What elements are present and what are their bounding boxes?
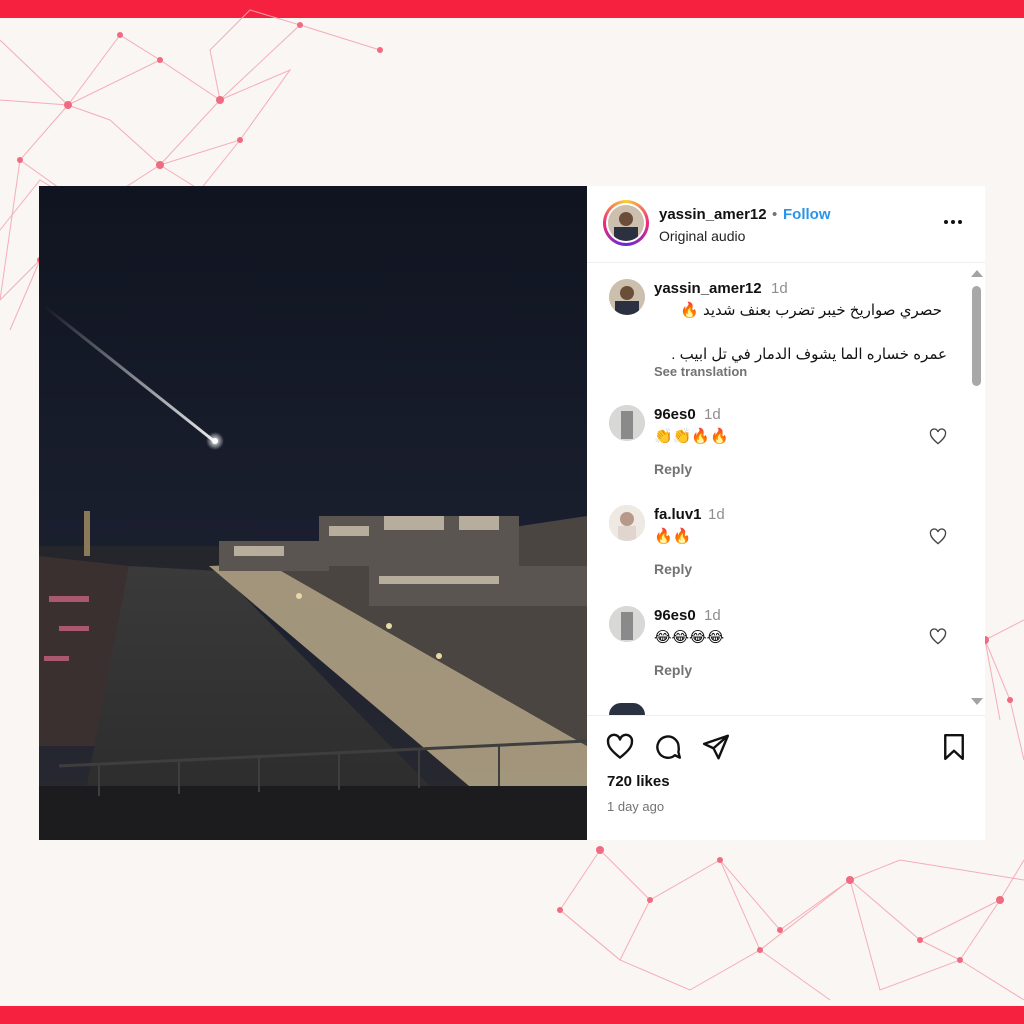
caption-line-2: عمره خساره الما يشوف الدمار في تل ابيب . (671, 346, 947, 363)
share-icon[interactable] (701, 732, 731, 762)
comment-text: 🔥🔥 (654, 528, 692, 545)
comment-username[interactable]: 96es0 (654, 607, 696, 624)
comment-avatar-partial (609, 703, 645, 715)
comment-text: 👏👏🔥🔥 (654, 428, 729, 445)
post-sidebar: yassin_amer12 • Follow Original audio ya… (587, 186, 985, 840)
audio-label[interactable]: Original audio (659, 228, 745, 244)
caption-line-1: حصري صواريخ خيبر تضرب بعنف شديد 🔥 (680, 302, 942, 319)
scroll-down-arrow[interactable] (971, 698, 983, 705)
comment-avatar[interactable] (609, 505, 645, 541)
reply-button[interactable]: Reply (654, 561, 692, 577)
comment-heart-icon[interactable] (928, 427, 948, 447)
caption-avatar[interactable] (609, 279, 645, 315)
post-date[interactable]: 1 day ago (607, 799, 664, 814)
author-username[interactable]: yassin_amer12 (659, 206, 767, 223)
comment-username[interactable]: 96es0 (654, 406, 696, 423)
post-actions: 720 likes 1 day ago (587, 715, 985, 841)
comments-list[interactable]: yassin_amer12 1d حصري صواريخ خيبر تضرب ب… (587, 263, 985, 715)
comment-username[interactable]: fa.luv1 (654, 506, 702, 523)
comment-heart-icon[interactable] (928, 527, 948, 547)
likes-count[interactable]: 720 likes (607, 773, 670, 790)
night-scene-image (39, 186, 587, 840)
comment-heart-icon[interactable] (928, 627, 948, 647)
comment-icon[interactable] (653, 732, 683, 762)
heart-icon[interactable] (605, 732, 635, 762)
post-header: yassin_amer12 • Follow Original audio (587, 186, 985, 263)
scrollbar-thumb[interactable] (972, 286, 981, 386)
reply-button[interactable]: Reply (654, 461, 692, 477)
follow-button[interactable]: Follow (783, 206, 831, 223)
bookmark-icon[interactable] (939, 732, 969, 762)
caption-time: 1d (771, 280, 788, 297)
comment-avatar[interactable] (609, 606, 645, 642)
see-translation-link[interactable]: See translation (654, 364, 747, 379)
post-video[interactable] (39, 186, 587, 840)
separator-dot: • (772, 206, 778, 223)
caption-username[interactable]: yassin_amer12 (654, 280, 762, 297)
comment-avatar[interactable] (609, 405, 645, 441)
more-options-icon[interactable] (941, 210, 965, 234)
reply-button[interactable]: Reply (654, 662, 692, 678)
comment-text: 😂😂😂😂 (654, 629, 725, 646)
instagram-post: yassin_amer12 • Follow Original audio ya… (39, 186, 985, 840)
comment-time: 1d (704, 406, 721, 423)
comment-time: 1d (708, 506, 725, 523)
author-avatar[interactable] (603, 200, 649, 246)
comment-time: 1d (704, 607, 721, 624)
scroll-up-arrow[interactable] (971, 270, 983, 277)
